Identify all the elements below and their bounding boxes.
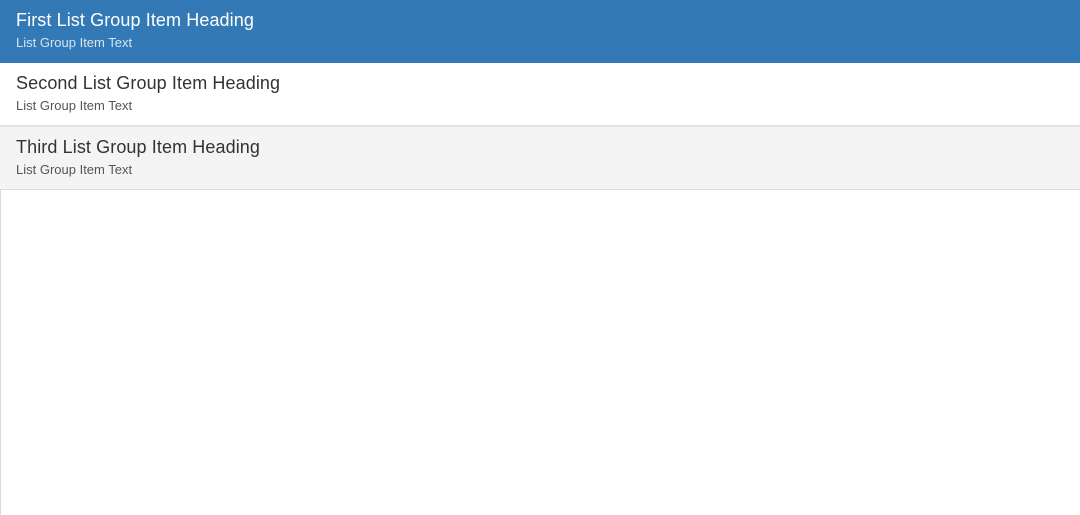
list-group-item-heading: First List Group Item Heading (16, 10, 254, 30)
list-group-item-text: List Group Item Text (16, 35, 133, 50)
list-group-item-first[interactable]: First List Group Item Heading List Group… (0, 0, 1080, 63)
list-group-item-text: List Group Item Text (16, 98, 133, 113)
list-group-item-text: List Group Item Text (16, 162, 133, 177)
list-group-item-third[interactable]: Third List Group Item Heading List Group… (0, 126, 1080, 190)
list-group-item-second[interactable]: Second List Group Item Heading List Grou… (0, 63, 1080, 126)
list-group: First List Group Item Heading List Group… (0, 0, 1080, 190)
list-group-item-heading: Second List Group Item Heading (16, 73, 281, 93)
page-canvas: First List Group Item Heading List Group… (0, 0, 1080, 515)
list-group-item-heading: Third List Group Item Heading (16, 137, 261, 157)
